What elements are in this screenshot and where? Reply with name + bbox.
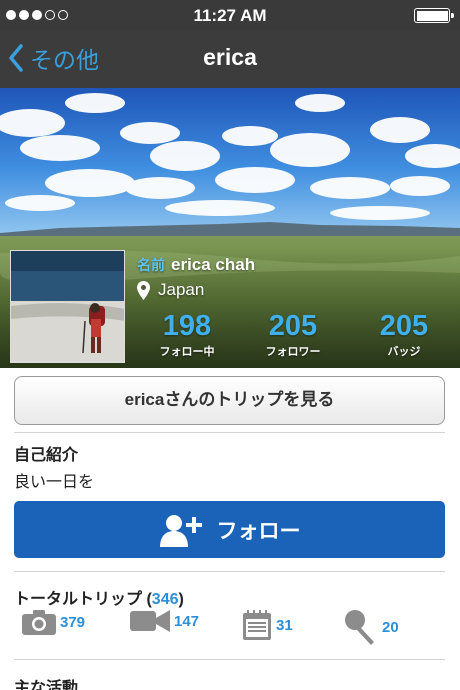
profile-header: 名前 erica chah Japan 198 フォロー中 205 フォロワー 2… — [0, 88, 460, 368]
badges-label: バッジ — [387, 346, 421, 358]
total-trips-count: 346 — [151, 591, 179, 608]
follow-button[interactable]: フォロー — [14, 501, 445, 558]
divider — [14, 432, 445, 433]
following-count: 198 — [162, 310, 212, 342]
audio-count-value: 20 — [382, 618, 399, 636]
followers-stat[interactable]: 205 フォロワー — [252, 310, 334, 359]
view-trips-button[interactable]: ericaさんのトリップを見る — [14, 376, 445, 425]
videos-count-value: 147 — [174, 612, 200, 630]
total-trips-close-paren: ) — [178, 591, 184, 608]
videos-count[interactable]: 147 — [130, 609, 199, 633]
profile-location-row: Japan — [137, 280, 204, 300]
status-time: 11:27 AM — [193, 6, 267, 25]
photos-count[interactable]: 379 — [22, 609, 85, 635]
name-label: 名前 — [137, 257, 165, 273]
avatar[interactable] — [10, 250, 125, 363]
total-trips-label: トータルトリップ — [14, 591, 143, 608]
profile-location: Japan — [158, 280, 205, 299]
notes-count[interactable]: 31 — [242, 609, 293, 641]
avatar-photo — [11, 251, 124, 362]
status-bar: 11:27 AM — [0, 0, 460, 30]
location-pin-icon — [137, 280, 150, 300]
followers-label: フォロワー — [265, 346, 321, 358]
total-trips-title: トータルトリップ (346) — [14, 585, 184, 609]
video-icon — [130, 610, 170, 632]
profile-name-row: 名前 erica chah — [137, 255, 255, 275]
navigation-bar: その他 erica — [0, 30, 460, 88]
audio-count[interactable]: 20 — [344, 609, 399, 645]
intro-text: 良い一日を — [14, 474, 95, 491]
divider — [14, 659, 445, 660]
photos-count-value: 379 — [60, 613, 86, 631]
badges-count: 205 — [379, 310, 429, 342]
page-title: erica — [203, 44, 257, 70]
followers-count: 205 — [268, 310, 318, 342]
badges-stat[interactable]: 205 バッジ — [368, 310, 440, 359]
intro-title: 自己紹介 — [14, 447, 79, 464]
microphone-icon — [345, 610, 374, 645]
add-user-icon — [159, 514, 202, 547]
main-activity-title: 主な活動 — [14, 680, 79, 690]
battery-icon — [414, 8, 454, 23]
follow-button-label: フォロー — [216, 519, 301, 543]
notes-count-value: 31 — [276, 616, 293, 634]
following-stat[interactable]: 198 フォロー中 — [147, 310, 227, 359]
camera-icon — [22, 610, 56, 635]
divider — [14, 571, 445, 572]
notepad-icon — [243, 610, 271, 640]
following-label: フォロー中 — [159, 346, 215, 358]
profile-name: erica chah — [171, 255, 256, 274]
